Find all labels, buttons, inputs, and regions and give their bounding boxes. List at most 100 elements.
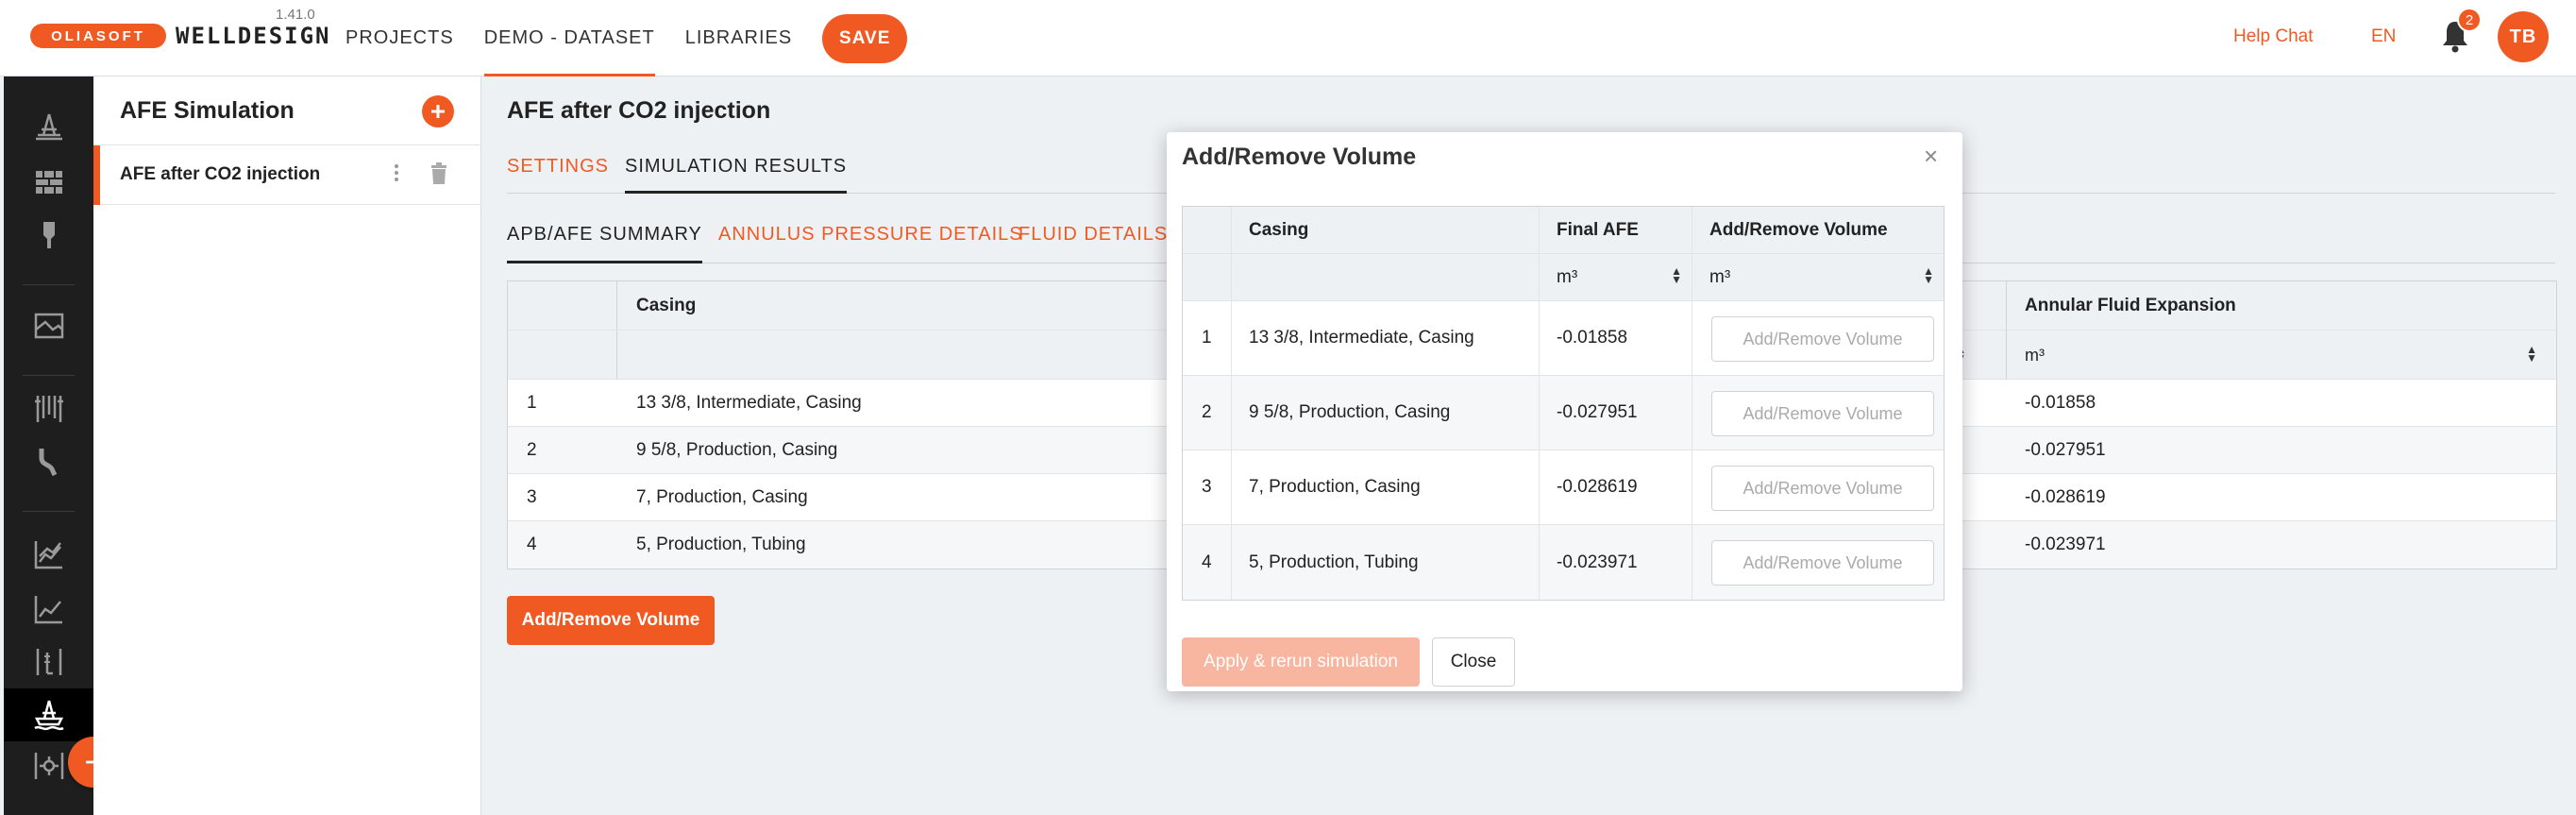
trajectory-icon[interactable] (32, 445, 66, 479)
version-label: 1.41.0 (276, 7, 315, 23)
final-afe-unit-select[interactable]: m³ ▲ ▼ (1540, 254, 1692, 300)
logo[interactable]: OLIASOFT WELLDESIGN (30, 23, 331, 49)
column-divider (2006, 331, 2007, 380)
casing-cell: 13 3/8, Intermediate, Casing (636, 392, 862, 413)
casing-cell: 9 5/8, Production, Casing (1232, 376, 1540, 450)
tab-annulus-pressure-details[interactable]: ANNULUS PRESSURE DETAILS (718, 224, 1023, 262)
table-header-row: Casing Final AFE Add/Remove Volume (1183, 207, 1944, 254)
product-name: WELLDESIGN (176, 23, 331, 49)
simulation-list-item[interactable]: AFE after CO2 injection (93, 144, 481, 205)
column-divider (2006, 281, 2007, 331)
afe-unit-select[interactable]: m³ ▲ ▼ (2015, 338, 2547, 372)
rail-divider (23, 284, 75, 285)
rail-divider (23, 375, 75, 376)
volume-input[interactable]: Add/Remove Volume (1711, 391, 1934, 436)
casing-header: Casing (636, 295, 697, 315)
table-row: 1 13 3/8, Intermediate, Casing -0.01858 … (1183, 301, 1944, 376)
casing-cell: 9 5/8, Production, Casing (636, 439, 838, 460)
volume-input-cell: Add/Remove Volume (1692, 525, 1944, 600)
rig-icon[interactable] (32, 110, 66, 144)
save-button[interactable]: SAVE (822, 13, 908, 63)
sort-arrows-icon: ▲▼ (2526, 343, 2537, 365)
simulation-name: AFE after CO2 injection (120, 164, 321, 184)
volume-input[interactable]: Add/Remove Volume (1711, 466, 1934, 511)
plus-icon (431, 105, 445, 118)
wall-icon[interactable] (32, 165, 66, 199)
nav-libraries[interactable]: LIBRARIES (685, 0, 792, 76)
add-remove-unit: m³ (1709, 266, 1731, 287)
casing-cell: 5, Production, Tubing (636, 535, 806, 554)
tab-simulation-results[interactable]: SIMULATION RESULTS (625, 156, 848, 194)
afe-cell: -0.028619 (2025, 486, 2106, 507)
add-remove-volume-dialog: Add/Remove Volume × Casing Final AFE Add… (1167, 132, 1962, 691)
map-layers-icon[interactable] (32, 309, 66, 343)
add-remove-header: Add/Remove Volume (1709, 219, 1888, 240)
casing-cell: 13 3/8, Intermediate, Casing (1232, 301, 1540, 375)
table-unit-row: m³ ▲ ▼ m³ ▲ ▼ (1183, 254, 1944, 301)
row-index: 2 (1183, 376, 1232, 450)
casing-strings-icon[interactable] (32, 392, 66, 426)
well-schematic-icon[interactable] (32, 645, 66, 679)
kebab-menu-icon[interactable] (394, 162, 399, 189)
afe-header: Annular Fluid Expansion (2025, 295, 2236, 315)
row-index: 4 (527, 535, 537, 554)
afe-cell: -0.01858 (2025, 392, 2096, 413)
row-index: 4 (1183, 525, 1232, 600)
volume-input-cell: Add/Remove Volume (1692, 301, 1944, 375)
table-row: 2 9 5/8, Production, Casing -0.027951 Ad… (1183, 376, 1944, 450)
row-index: 2 (527, 439, 537, 460)
notification-badge: 2 (2457, 8, 2482, 32)
final-afe-cell: -0.023971 (1540, 525, 1692, 600)
casing-cell: 7, Production, Casing (636, 486, 808, 507)
afe-cell: -0.023971 (2025, 535, 2106, 554)
sort-arrows-icon: ▲▼ (1671, 264, 1682, 286)
index-unit-cell (508, 331, 617, 379)
final-afe-unit: m³ (1557, 266, 1578, 287)
final-afe-header: Final AFE (1540, 207, 1692, 253)
final-afe-cell: -0.028619 (1540, 450, 1692, 524)
close-icon[interactable]: × (1924, 142, 1938, 171)
tab-fluid-details[interactable]: FLUID DETAILS (1019, 224, 1168, 262)
panel-title: AFE Simulation (120, 97, 295, 124)
row-index: 3 (1183, 450, 1232, 524)
volume-input-cell: Add/Remove Volume (1692, 376, 1944, 450)
nav-dataset[interactable]: DEMO - DATASET (483, 0, 655, 76)
nav-projects[interactable]: PROJECTS (345, 0, 454, 76)
simulation-list-panel: AFE Simulation AFE after CO2 injection (93, 76, 481, 815)
module-rail (4, 76, 93, 815)
afe-unit-label: m³ (2025, 345, 2045, 365)
volume-table: Casing Final AFE Add/Remove Volume m³ ▲ ▼… (1182, 206, 1945, 601)
close-button[interactable]: Close (1432, 637, 1515, 687)
add-simulation-button[interactable] (422, 95, 454, 127)
page-title: AFE after CO2 injection (507, 97, 771, 124)
tab-apb-afe-summary[interactable]: APB/AFE SUMMARY (507, 224, 702, 263)
index-header (1183, 207, 1232, 253)
apply-rerun-button[interactable]: Apply & rerun simulation (1182, 637, 1420, 687)
main-nav: PROJECTS DEMO - DATASET LIBRARIES SAVE (345, 0, 908, 76)
tower-icon[interactable] (32, 218, 66, 252)
volume-input[interactable]: Add/Remove Volume (1711, 316, 1934, 362)
add-remove-volume-button[interactable]: Add/Remove Volume (507, 596, 715, 645)
chart-line-icon[interactable] (32, 592, 66, 626)
dialog-title: Add/Remove Volume (1182, 144, 1417, 170)
table-row: 3 7, Production, Casing -0.028619 Add/Re… (1183, 450, 1944, 525)
trash-icon[interactable] (429, 162, 448, 185)
help-chat-link[interactable]: Help Chat (2233, 26, 2314, 47)
row-index: 1 (1183, 301, 1232, 375)
settings-well-icon[interactable] (32, 749, 66, 783)
volume-input[interactable]: Add/Remove Volume (1711, 540, 1934, 586)
row-index: 1 (527, 392, 537, 413)
add-remove-unit-select[interactable]: m³ ▲ ▼ (1692, 254, 1944, 300)
casing-header: Casing (1232, 207, 1540, 253)
tab-settings[interactable]: SETTINGS (507, 156, 609, 194)
row-index: 3 (527, 486, 537, 507)
rail-divider (23, 511, 75, 512)
avatar[interactable]: TB (2498, 11, 2549, 62)
language-selector[interactable]: EN (2371, 26, 2396, 47)
index-unit-cell (1183, 254, 1232, 300)
offshore-rig-icon[interactable] (32, 698, 66, 732)
final-afe-cell: -0.01858 (1540, 301, 1692, 375)
table-row: 4 5, Production, Tubing -0.023971 Add/Re… (1183, 525, 1944, 600)
chart-area-icon[interactable] (32, 537, 66, 571)
volume-input-cell: Add/Remove Volume (1692, 450, 1944, 524)
